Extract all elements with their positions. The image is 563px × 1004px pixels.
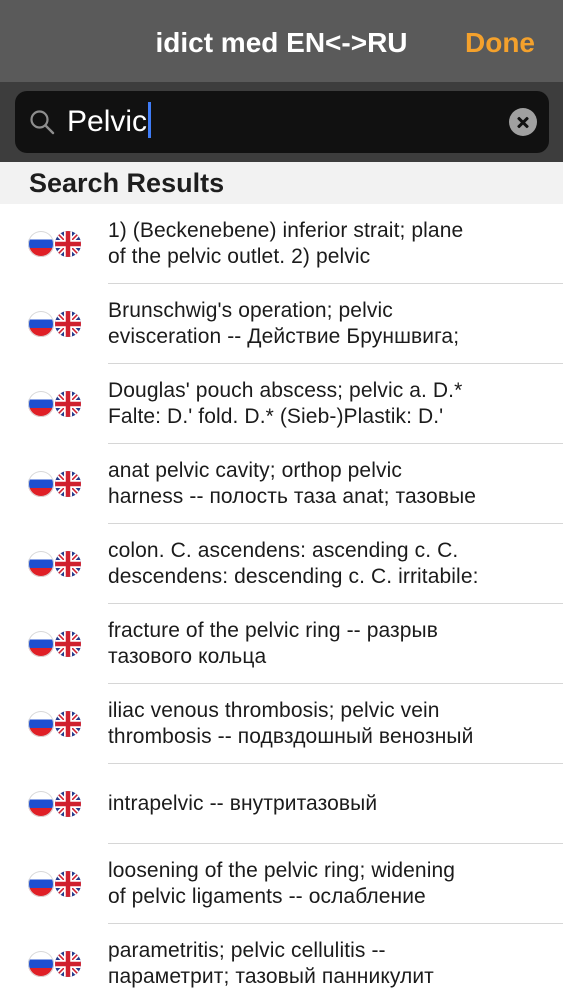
search-field[interactable]: Pelvic bbox=[15, 91, 549, 153]
list-item[interactable]: Brunschwig's operation; pelvic eviscerat… bbox=[0, 284, 563, 364]
result-text: fracture of the pelvic ring -- разрыв та… bbox=[108, 619, 438, 668]
russia-flag-icon bbox=[28, 871, 54, 897]
section-header-label: Search Results bbox=[29, 168, 225, 198]
language-flags bbox=[28, 231, 82, 257]
language-flags bbox=[28, 551, 82, 577]
result-text: Douglas' pouch abscess; pelvic a. D.* Fa… bbox=[108, 379, 463, 428]
results-list: 1) (Beckenebene) inferior strait; plane … bbox=[0, 204, 563, 1004]
result-text: intrapelvic -- внутритазовый bbox=[108, 792, 378, 815]
navigation-bar: idict med EN<->RU Done bbox=[0, 0, 563, 82]
uk-flag-icon bbox=[55, 631, 81, 657]
list-item[interactable]: iliac venous thrombosis; pelvic vein thr… bbox=[0, 684, 563, 764]
search-bar: Pelvic bbox=[0, 82, 563, 162]
language-flags bbox=[28, 951, 82, 977]
russia-flag-icon bbox=[28, 951, 54, 977]
list-item[interactable]: parametritis; pelvic cellulitis -- парам… bbox=[0, 924, 563, 1004]
list-item[interactable]: 1) (Beckenebene) inferior strait; plane … bbox=[0, 204, 563, 284]
russia-flag-icon bbox=[28, 471, 54, 497]
language-flags bbox=[28, 311, 82, 337]
search-icon bbox=[30, 110, 55, 135]
language-flags bbox=[28, 711, 82, 737]
russia-flag-icon bbox=[28, 551, 54, 577]
language-flags bbox=[28, 391, 82, 417]
result-text: anat pelvic cavity; orthop pelvic harnes… bbox=[108, 459, 477, 508]
uk-flag-icon bbox=[55, 871, 81, 897]
uk-flag-icon bbox=[55, 391, 81, 417]
uk-flag-icon bbox=[55, 231, 81, 257]
language-flags bbox=[28, 631, 82, 657]
language-flags bbox=[28, 871, 82, 897]
list-item[interactable]: colon. C. ascendens: ascending c. C. des… bbox=[0, 524, 563, 604]
uk-flag-icon bbox=[55, 951, 81, 977]
list-item[interactable]: Douglas' pouch abscess; pelvic a. D.* Fa… bbox=[0, 364, 563, 444]
uk-flag-icon bbox=[55, 311, 81, 337]
uk-flag-icon bbox=[55, 551, 81, 577]
russia-flag-icon bbox=[28, 231, 54, 257]
language-flags bbox=[28, 471, 82, 497]
list-item[interactable]: loosening of the pelvic ring; widening o… bbox=[0, 844, 563, 924]
text-caret bbox=[148, 102, 152, 139]
search-input-value: Pelvic bbox=[67, 105, 148, 138]
list-item[interactable]: intrapelvic -- внутритазовый bbox=[0, 764, 563, 844]
clear-icon[interactable] bbox=[509, 108, 537, 136]
result-text: loosening of the pelvic ring; widening o… bbox=[108, 859, 456, 908]
list-item[interactable]: fracture of the pelvic ring -- разрыв та… bbox=[0, 604, 563, 684]
uk-flag-icon bbox=[55, 791, 81, 817]
list-item[interactable]: anat pelvic cavity; orthop pelvic harnes… bbox=[0, 444, 563, 524]
result-text: Brunschwig's operation; pelvic eviscerat… bbox=[108, 299, 460, 348]
section-header: Search Results bbox=[0, 162, 563, 204]
russia-flag-icon bbox=[28, 631, 54, 657]
done-button[interactable]: Done bbox=[465, 27, 535, 59]
uk-flag-icon bbox=[55, 711, 81, 737]
search-input[interactable]: Pelvic bbox=[67, 91, 487, 153]
result-text: 1) (Beckenebene) inferior strait; plane … bbox=[108, 219, 464, 268]
uk-flag-icon bbox=[55, 471, 81, 497]
russia-flag-icon bbox=[28, 391, 54, 417]
language-flags bbox=[28, 791, 82, 817]
result-text: colon. C. ascendens: ascending c. C. des… bbox=[108, 539, 479, 588]
result-text: iliac venous thrombosis; pelvic vein thr… bbox=[108, 699, 474, 748]
russia-flag-icon bbox=[28, 311, 54, 337]
russia-flag-icon bbox=[28, 791, 54, 817]
russia-flag-icon bbox=[28, 711, 54, 737]
result-text: parametritis; pelvic cellulitis -- парам… bbox=[108, 939, 434, 988]
